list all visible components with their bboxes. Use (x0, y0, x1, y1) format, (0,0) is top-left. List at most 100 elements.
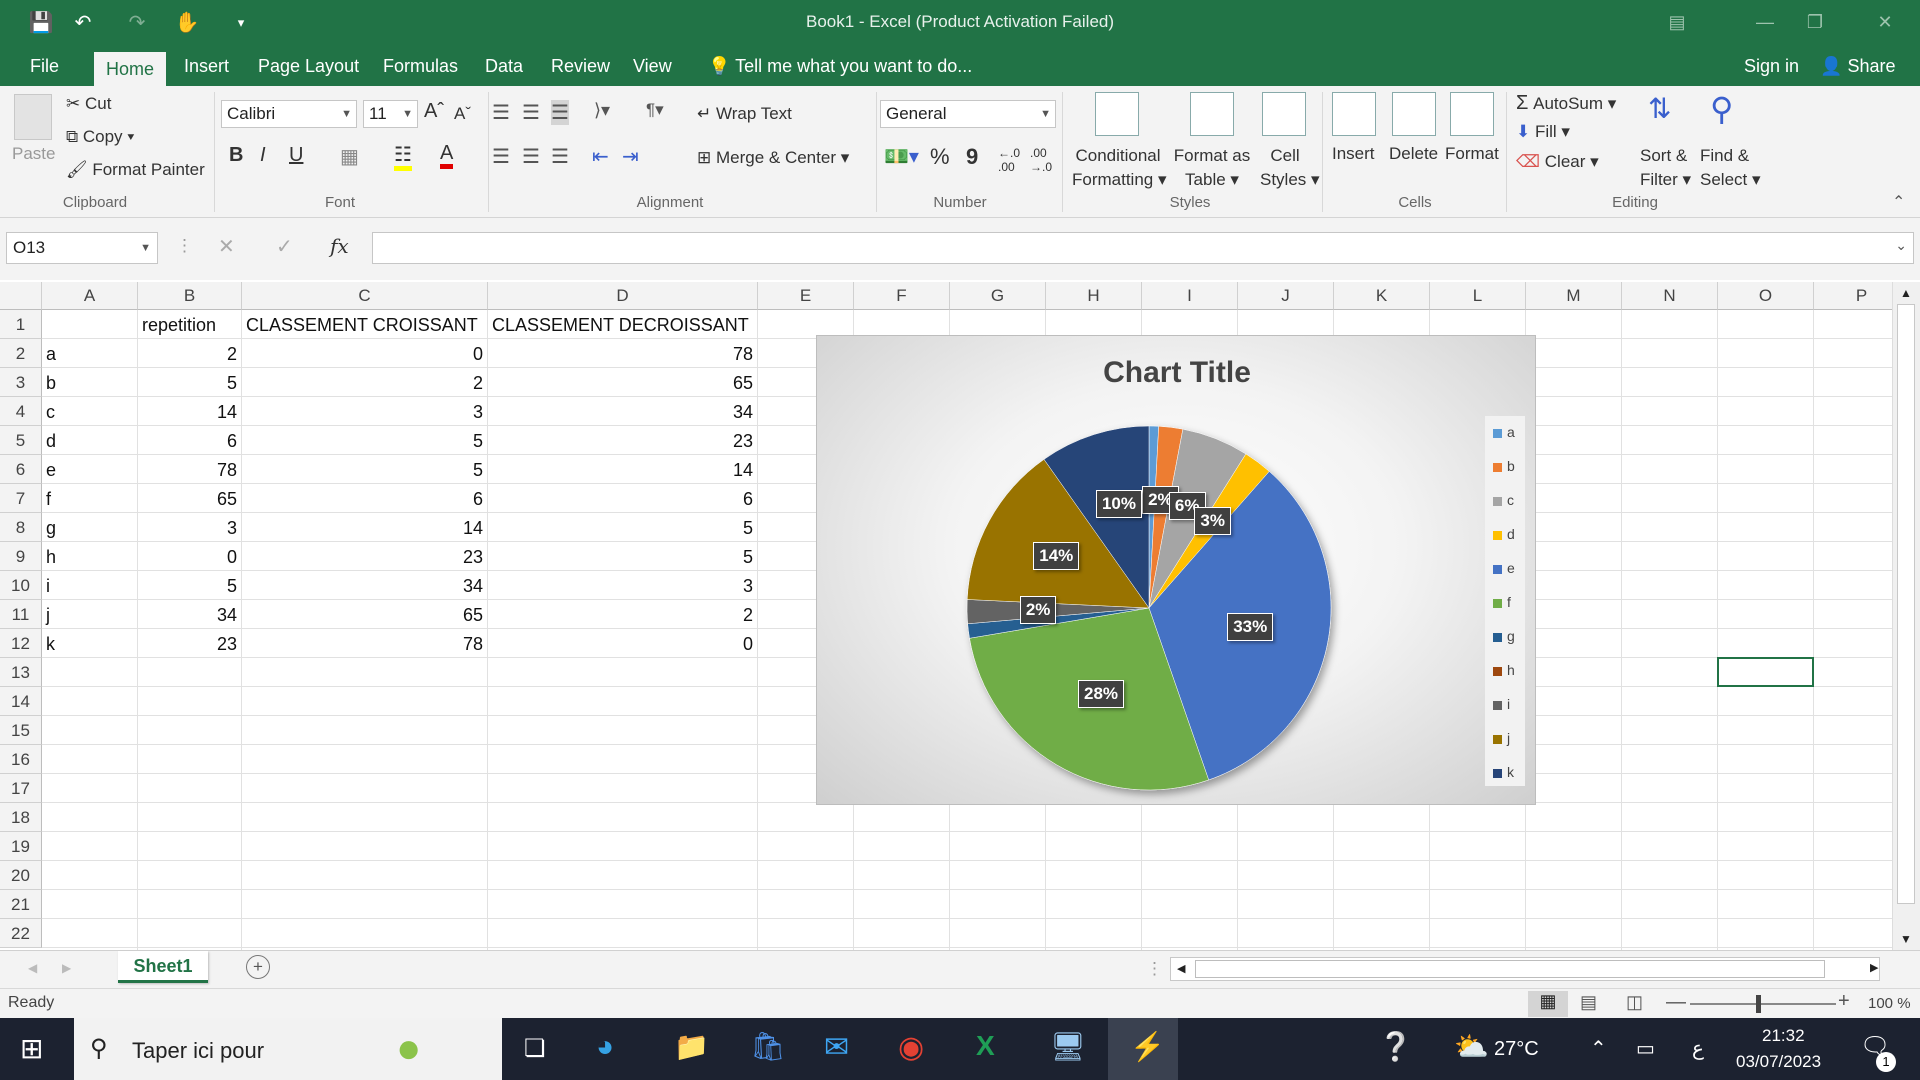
table-cell[interactable]: 6 (488, 484, 757, 513)
table-cell[interactable]: 78 (138, 455, 241, 484)
table-cell[interactable]: CLASSEMENT DECROISSANT (488, 310, 757, 339)
legend-item[interactable]: e (1493, 560, 1515, 576)
table-cell[interactable]: 0 (138, 542, 241, 571)
clock-time[interactable]: 21:32 (1762, 1026, 1805, 1046)
format-cells-button[interactable]: Format (1445, 144, 1499, 164)
clear-button[interactable]: ⌫ Clear ▾ (1516, 152, 1599, 172)
table-cell[interactable]: 0 (488, 629, 757, 658)
table-cell[interactable]: 2 (242, 368, 487, 397)
table-cell[interactable]: 78 (242, 629, 487, 658)
sign-in-link[interactable]: Sign in (1732, 46, 1811, 86)
scroll-up-icon[interactable]: ▲ (1900, 286, 1912, 300)
table-cell[interactable]: 23 (242, 542, 487, 571)
table-cell[interactable]: 23 (488, 426, 757, 455)
insert-function-button[interactable]: fx (330, 234, 349, 258)
chrome-icon[interactable]: ◉ (898, 1030, 924, 1065)
show-hidden-icons[interactable]: ⌃ (1590, 1036, 1607, 1061)
help-icon[interactable]: ❔ (1378, 1030, 1413, 1063)
page-break-view-icon[interactable]: ◫ (1626, 992, 1643, 1013)
autosum-button[interactable]: Σ AutoSum ▾ (1516, 92, 1616, 115)
table-cell[interactable]: 5 (242, 455, 487, 484)
table-cell[interactable]: i (42, 571, 137, 600)
splitter-icon[interactable]: ⋮ (1146, 959, 1163, 979)
data-label-j[interactable]: 14% (1033, 541, 1080, 570)
table-cell[interactable]: 34 (488, 397, 757, 426)
next-sheet-icon[interactable]: ▶ (62, 961, 71, 975)
cell-styles-button[interactable]: Cell Styles ▾ (1260, 144, 1320, 192)
decrease-decimal-icon[interactable]: .00 →.0 (1030, 146, 1052, 174)
copy-button[interactable]: ⧉ Copy ▾ (66, 127, 134, 147)
tell-me-box[interactable]: 💡 Tell me what you want to do... (696, 46, 984, 86)
increase-decimal-icon[interactable]: ←.0.00 (998, 146, 1020, 174)
format-as-table-button[interactable]: Format as Table ▾ (1170, 144, 1254, 192)
wrap-text-button[interactable]: ↵ Wrap Text (697, 104, 792, 124)
table-cell[interactable]: 14 (242, 513, 487, 542)
tab-formulas[interactable]: Formulas (371, 46, 470, 86)
font-name-select[interactable]: Calibri ▼ (221, 100, 357, 128)
table-cell[interactable]: 65 (488, 368, 757, 397)
data-label-i[interactable]: 2% (1019, 596, 1057, 625)
format-as-table-icon[interactable] (1190, 92, 1234, 136)
tab-page-layout[interactable]: Page Layout (246, 46, 371, 86)
conditional-formatting-button[interactable]: Conditional Formatting ▾ (1072, 144, 1167, 192)
align-left-icon[interactable]: ☰ (492, 144, 510, 169)
scroll-down-icon[interactable]: ▼ (1900, 932, 1912, 946)
table-cell[interactable]: 14 (488, 455, 757, 484)
zoom-in-icon[interactable]: + (1838, 990, 1850, 1013)
pie-plot[interactable] (817, 336, 1537, 806)
table-cell[interactable]: 6 (242, 484, 487, 513)
mail-icon[interactable]: ✉ (824, 1030, 849, 1065)
table-cell[interactable]: 0 (242, 339, 487, 368)
language-indicator[interactable]: ع (1692, 1036, 1704, 1061)
table-cell[interactable]: 3 (138, 513, 241, 542)
minimize-icon[interactable]: — (1742, 6, 1788, 38)
normal-view-icon[interactable]: ▦ (1528, 991, 1568, 1017)
table-cell[interactable]: c (42, 397, 137, 426)
insert-cells-button[interactable]: Insert (1332, 144, 1375, 164)
accounting-format-icon[interactable]: 💵▾ (884, 144, 919, 169)
paste-button[interactable]: Paste (12, 144, 55, 164)
zoom-out-icon[interactable]: — (1666, 991, 1686, 1014)
merge-center-button[interactable]: ⊞ Merge & Center ▾ (697, 148, 849, 168)
sheet-tab-sheet1[interactable]: Sheet1 (118, 951, 208, 983)
legend-item[interactable]: a (1493, 424, 1515, 440)
orientation-icon[interactable]: ⟩▾ (594, 100, 610, 121)
legend-item[interactable]: i (1493, 696, 1510, 712)
legend-item[interactable]: k (1493, 764, 1514, 780)
table-cell[interactable]: f (42, 484, 137, 513)
active-cell[interactable] (1717, 657, 1814, 687)
align-top-icon[interactable]: ☰ (492, 100, 510, 125)
data-label-f[interactable]: 28% (1077, 680, 1125, 709)
zoom-slider[interactable] (1690, 1003, 1836, 1005)
close-icon[interactable]: ✕ (1862, 6, 1908, 38)
table-cell[interactable]: 34 (242, 571, 487, 600)
tab-home[interactable]: Home (94, 52, 166, 86)
italic-button[interactable]: I (260, 144, 266, 167)
table-cell[interactable]: g (42, 513, 137, 542)
enter-icon[interactable]: ✓ (276, 234, 293, 259)
grow-font-icon[interactable]: Aˆ (424, 100, 444, 123)
align-middle-icon[interactable]: ☰ (522, 100, 540, 125)
vertical-scrollbar[interactable]: ▲ ▼ (1892, 282, 1920, 950)
data-label-e[interactable]: 33% (1227, 613, 1274, 642)
legend-item[interactable]: h (1493, 662, 1515, 678)
collapse-ribbon-icon[interactable]: ⌃ (1892, 192, 1905, 212)
zoom-slider-thumb[interactable] (1756, 995, 1761, 1013)
zoom-level[interactable]: 100 % (1868, 995, 1911, 1012)
sort-filter-icon[interactable]: ⇅ (1648, 92, 1671, 125)
store-icon[interactable]: 🛍 (750, 1030, 786, 1063)
excel-icon[interactable]: X (976, 1030, 995, 1062)
table-cell[interactable]: d (42, 426, 137, 455)
borders-icon[interactable]: ▦ (340, 144, 359, 169)
table-cell[interactable]: CLASSEMENT CROISSANT (242, 310, 487, 339)
format-cells-icon[interactable] (1450, 92, 1494, 136)
cell-styles-icon[interactable] (1262, 92, 1306, 136)
edge-icon[interactable]: ◕ (596, 1030, 614, 1064)
conditional-formatting-icon[interactable] (1095, 92, 1139, 136)
table-cell[interactable]: a (42, 339, 137, 368)
sort-filter-button[interactable]: Sort & Filter ▾ (1640, 144, 1691, 192)
table-cell[interactable]: 2 (488, 600, 757, 629)
shrink-font-icon[interactable]: Aˇ (454, 104, 471, 124)
taskbar-search-box[interactable]: ⚲ Taper ici pour ● (74, 1018, 502, 1080)
align-right-icon[interactable]: ☰ (551, 144, 569, 169)
